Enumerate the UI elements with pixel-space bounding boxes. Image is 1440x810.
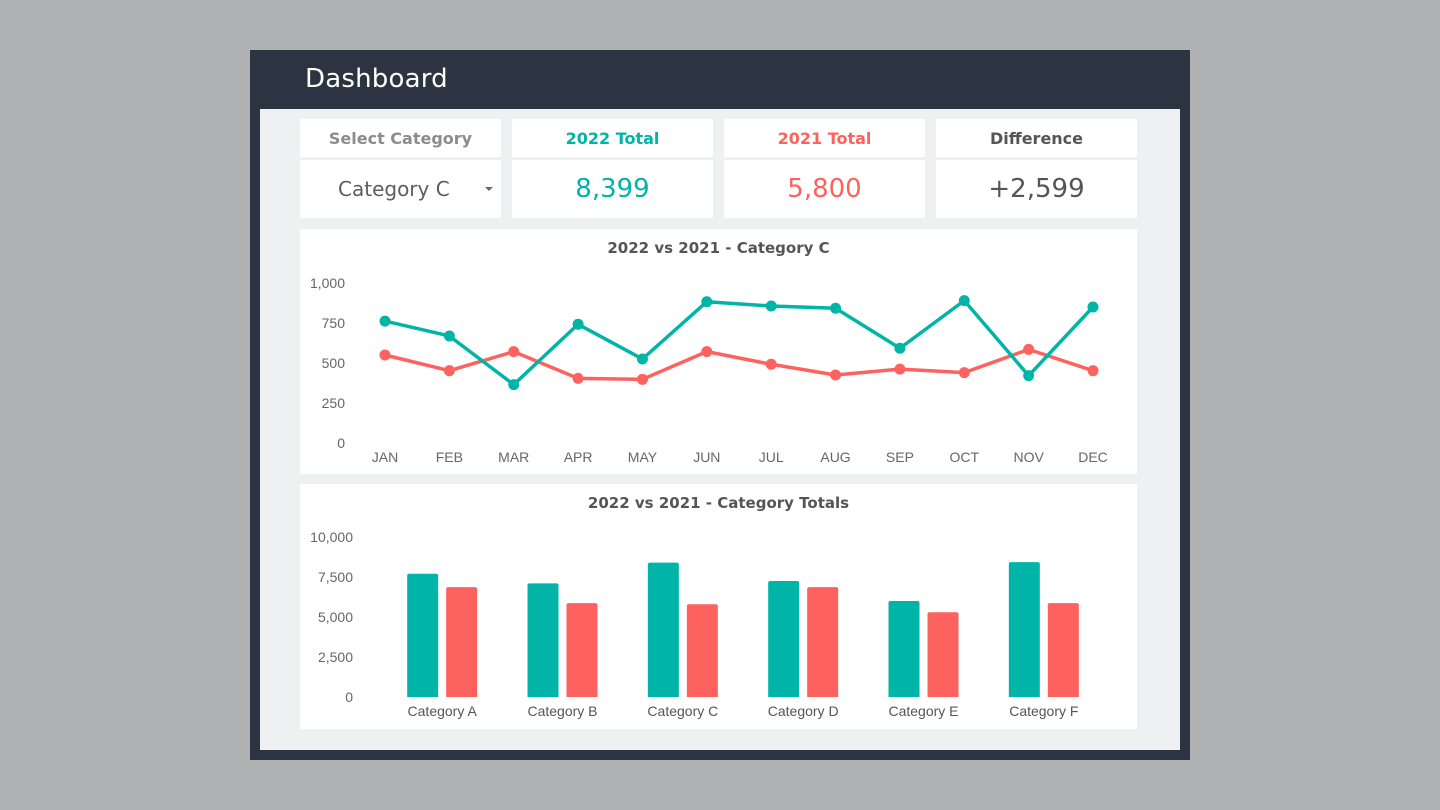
line-chart-card: 2022 vs 2021 - Category C 0 250 500 750 1,00…: [300, 229, 1137, 474]
x-tick-label: JUL: [759, 449, 784, 465]
data-point-2022: [894, 342, 906, 354]
x-tick-label: DEC: [1078, 449, 1108, 465]
bar-chart-card: 2022 vs 2021 - Category Totals 0 2,500 5,0…: [300, 484, 1137, 729]
total-2022-value: 8,399: [512, 160, 713, 218]
data-point-2022: [508, 379, 520, 391]
x-tick-label: Category A: [408, 703, 478, 719]
data-point-2021: [830, 369, 842, 381]
x-tick-label: APR: [564, 449, 593, 465]
bar-2021: [446, 587, 478, 697]
data-point-2021: [894, 363, 906, 375]
x-tick-label: MAR: [498, 449, 529, 465]
total-2021-label: 2021 Total: [724, 119, 925, 157]
y-tick-label: 5,000: [318, 609, 353, 625]
difference-label: Difference: [936, 119, 1137, 157]
x-tick-label: JAN: [372, 449, 398, 465]
y-tick-label: 750: [322, 315, 346, 331]
data-point-2022: [958, 295, 970, 307]
bar-2022: [1008, 562, 1040, 697]
category-dropdown-value: Category C: [338, 177, 450, 201]
y-tick-label: 2,500: [318, 649, 353, 665]
y-tick-label: 500: [322, 355, 346, 371]
data-point-2021: [958, 367, 970, 379]
y-tick-label: 0: [345, 689, 353, 705]
y-tick-label: 250: [322, 395, 346, 411]
x-tick-label: JUN: [693, 449, 720, 465]
data-point-2022: [1087, 301, 1099, 313]
data-point-2021: [379, 349, 391, 361]
bar-2022: [647, 562, 679, 697]
data-point-2021: [572, 372, 584, 384]
data-point-2022: [701, 296, 713, 308]
data-point-2021: [443, 365, 455, 377]
series-line-2021: [384, 347, 1094, 382]
bar-2022: [527, 583, 559, 697]
bar-2021: [566, 603, 598, 697]
dashboard-frame: Dashboard Select Category Category C 202…: [250, 50, 1190, 760]
bar-chart: 0 2,500 5,000 7,500 10,000 Category A Category…: [310, 529, 1079, 719]
x-tick-label: OCT: [949, 449, 979, 465]
x-tick-label: Category F: [1009, 703, 1078, 719]
dashboard-panel: Select Category Category C 2022 Total 8,…: [260, 109, 1180, 750]
category-dropdown[interactable]: Category C: [300, 160, 501, 218]
y-tick-label: 7,500: [318, 569, 353, 585]
data-point-2021: [1023, 343, 1035, 355]
data-point-2022: [1023, 370, 1035, 382]
x-tick-label: FEB: [436, 449, 463, 465]
data-point-2022: [572, 318, 584, 330]
y-tick-label: 10,000: [310, 529, 353, 545]
data-point-2021: [1087, 365, 1099, 377]
total-2022-label: 2022 Total: [512, 119, 713, 157]
line-chart: 0 250 500 750 1,000 JAN FEB MAR APR MAY JUN JUL AUG S…: [310, 275, 1108, 465]
bar-2021: [807, 587, 839, 697]
data-point-2021: [508, 346, 520, 358]
bar-2021: [1047, 603, 1079, 697]
x-tick-label: MAY: [628, 449, 658, 465]
chevron-down-icon[interactable]: [485, 187, 493, 191]
difference-value: +2,599: [936, 160, 1137, 218]
data-point-2022: [379, 315, 391, 327]
data-point-2021: [701, 346, 713, 358]
data-point-2022: [830, 302, 842, 314]
x-tick-label: AUG: [820, 449, 850, 465]
bar-2022: [888, 601, 920, 697]
x-tick-label: NOV: [1013, 449, 1044, 465]
x-tick-label: Category D: [768, 703, 839, 719]
x-tick-label: Category B: [527, 703, 597, 719]
page-title: Dashboard: [305, 64, 448, 94]
x-tick-label: Category C: [647, 703, 718, 719]
data-point-2021: [636, 373, 648, 385]
total-2021-value: 5,800: [724, 160, 925, 218]
data-point-2022: [636, 353, 648, 365]
data-point-2021: [765, 358, 777, 370]
bar-2022: [768, 581, 800, 697]
bar-2021: [686, 604, 718, 697]
data-point-2022: [443, 330, 455, 342]
x-tick-label: SEP: [886, 449, 914, 465]
select-category-label: Select Category: [300, 119, 501, 157]
y-tick-label: 0: [337, 435, 345, 451]
bar-2022: [407, 573, 439, 697]
x-tick-label: Category E: [888, 703, 958, 719]
y-tick-label: 1,000: [310, 275, 345, 291]
data-point-2022: [765, 300, 777, 312]
series-line-2022: [384, 298, 1095, 387]
bar-2021: [927, 612, 959, 697]
